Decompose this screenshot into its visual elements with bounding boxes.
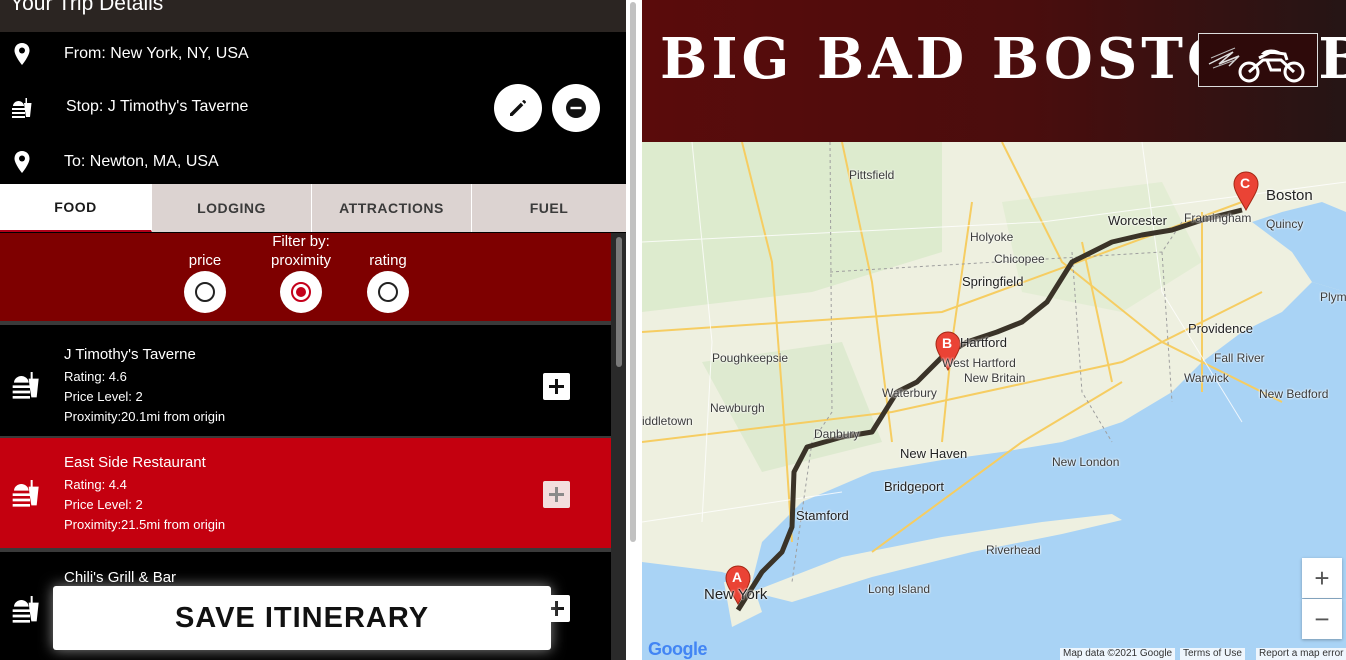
map-label-riverhead: Riverhead [986, 543, 1041, 557]
filter-option-label: proximity [270, 252, 331, 269]
proximity-radio[interactable] [280, 271, 322, 313]
filter-option-rating: rating [359, 252, 417, 313]
price-radio[interactable] [184, 271, 226, 313]
rating-radio[interactable] [367, 271, 409, 313]
map-label-middletown: iddletown [642, 414, 693, 428]
plus-icon [549, 379, 564, 394]
restaurant-icon [10, 368, 42, 405]
filter-option-label: price [188, 252, 222, 269]
result-rating: Rating: 4.6 [64, 369, 127, 384]
map-label-poughkeepsie: Poughkeepsie [712, 351, 789, 365]
map-label-plymouth: Plym [1320, 290, 1346, 304]
results-scrollbar[interactable] [611, 233, 626, 660]
result-name: East Side Restaurant [64, 454, 206, 471]
map-label-new-bedford: New Bedford [1259, 387, 1329, 401]
result-name: J Timothy's Taverne [64, 346, 196, 363]
map-label-new-london: New London [1052, 455, 1120, 469]
marker-label: B [942, 335, 953, 351]
trip-from-text: From: New York, NY, USA [64, 45, 249, 62]
marker-label: A [732, 569, 743, 585]
map-label-waterbury: Waterbury [882, 386, 937, 400]
zoom-in-button[interactable]: + [1302, 558, 1342, 598]
map-label-newburgh: Newburgh [710, 401, 765, 415]
map-label-boston: Boston [1266, 187, 1313, 204]
tab-attractions[interactable]: ATTRACTIONS [312, 184, 472, 232]
minus-circle-icon [566, 98, 586, 118]
tab-fuel[interactable]: FUEL [472, 184, 626, 232]
map-label-new-britain: New Britain [964, 371, 1026, 385]
map-label-quincy: Quincy [1266, 217, 1304, 231]
restaurant-icon [10, 476, 42, 513]
map-label-pittsfield: Pittsfield [849, 168, 895, 182]
trip-to-row: To: Newton, MA, USA [0, 150, 219, 174]
remove-stop-button[interactable] [552, 84, 600, 132]
location-pin-icon [0, 150, 44, 174]
report-map-error-link[interactable]: Report a map error [1256, 648, 1346, 660]
map-label-warwick: Warwick [1184, 371, 1229, 385]
route-map[interactable]: A B C Pittsfield Worcester Framingham Bo… [642, 142, 1346, 660]
map-label-hartford: Hartford [960, 335, 1007, 350]
map-label-framingham: Framingham [1184, 211, 1252, 225]
trip-stop-text: Stop: J Timothy's Taverne [66, 98, 249, 115]
map-data-attribution: Map data ©2021 Google [1060, 648, 1176, 660]
trip-panel: Your Trip Details From: New York, NY, US… [0, 0, 626, 660]
filter-title: Filter by: [272, 233, 330, 250]
filter-bar: Filter by: price proximity rating [0, 233, 611, 321]
restaurant-icon [0, 96, 44, 118]
result-proximity: Proximity:21.5mi from origin [64, 517, 226, 532]
result-proximity: Proximity:20.1mi from origin [64, 409, 226, 424]
terms-of-use-link[interactable]: Terms of Use [1180, 648, 1245, 660]
brand-banner: BIG BAD BOSTON B [642, 0, 1346, 142]
motorcycle-logo-icon [1198, 33, 1318, 87]
divider [0, 321, 611, 325]
trip-from-row: From: New York, NY, USA [0, 42, 249, 66]
save-itinerary-button[interactable]: SAVE ITINERARY [53, 586, 551, 650]
map-label-west-hartford: West Hartford [942, 356, 1016, 370]
filter-option-proximity: proximity [262, 252, 340, 313]
trip-to-text: To: Newton, MA, USA [64, 153, 219, 170]
add-stop-button[interactable] [543, 481, 570, 508]
marker-label: C [1240, 175, 1251, 191]
map-label-worcester: Worcester [1108, 213, 1167, 228]
add-stop-button[interactable] [543, 373, 570, 400]
plus-icon [549, 487, 564, 502]
map-label-fall-river: Fall River [1214, 351, 1265, 365]
trip-summary: From: New York, NY, USA Stop: J Timothy'… [0, 32, 626, 184]
map-label-chicopee: Chicopee [994, 252, 1045, 266]
panel-scrollbar[interactable] [626, 0, 642, 660]
result-rating: Rating: 4.4 [64, 477, 127, 492]
map-label-long-island: Long Island [868, 582, 931, 596]
map-label-danbury: Danbury [814, 427, 860, 441]
category-tabs: FOOD LODGING ATTRACTIONS FUEL [0, 184, 626, 232]
zoom-out-button[interactable]: − [1302, 599, 1342, 639]
edit-stop-button[interactable] [494, 84, 542, 132]
map-label-stamford: Stamford [796, 508, 849, 523]
map-label-holyoke: Holyoke [970, 230, 1014, 244]
location-pin-icon [0, 42, 44, 66]
restaurant-icon [10, 592, 42, 629]
map-label-new-york: New York [704, 586, 768, 603]
map-label-new-haven: New Haven [900, 446, 968, 461]
pencil-icon [510, 100, 526, 116]
filter-option-price: price [176, 252, 234, 313]
trip-stop-row: Stop: J Timothy's Taverne [0, 96, 248, 118]
google-logo: Google [648, 639, 708, 659]
result-price: Price Level: 2 [64, 497, 143, 512]
list-item[interactable]: East Side Restaurant Rating: 4.4 Price L… [0, 438, 611, 548]
tab-food[interactable]: FOOD [0, 184, 152, 232]
app-root: Your Trip Details From: New York, NY, US… [0, 0, 1346, 660]
map-panel: BIG BAD BOSTON B A B C Pittsfield Worces… [642, 0, 1346, 660]
result-price: Price Level: 2 [64, 389, 143, 404]
filter-option-label: rating [369, 252, 407, 269]
map-label-bridgeport: Bridgeport [884, 479, 944, 494]
result-name: Chili's Grill & Bar [64, 569, 177, 586]
tab-lodging[interactable]: LODGING [152, 184, 312, 232]
map-label-providence: Providence [1188, 321, 1254, 336]
map-label-springfield: Springfield [962, 274, 1024, 289]
page-title: Your Trip Details [0, 0, 626, 32]
list-item[interactable]: J Timothy's Taverne Rating: 4.6 Price Le… [0, 330, 611, 436]
